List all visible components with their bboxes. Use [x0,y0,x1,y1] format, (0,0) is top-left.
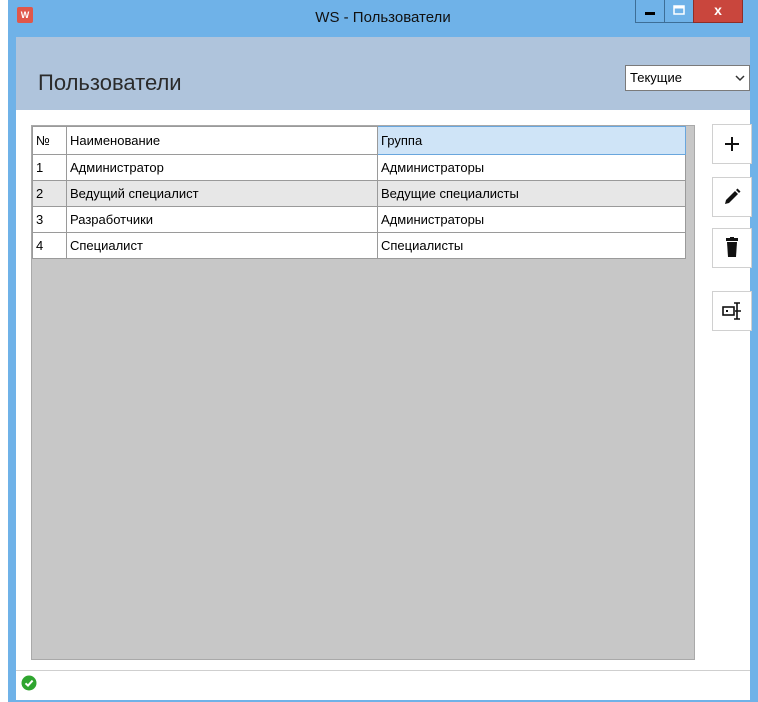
column-header-name[interactable]: Наименование [66,126,378,155]
cell-num[interactable]: 2 [32,180,67,207]
plus-icon [725,137,739,151]
chevron-down-icon [735,66,745,99]
cell-name[interactable]: Администратор [66,154,378,181]
cell-num[interactable]: 4 [32,232,67,259]
cell-name[interactable]: Разработчики [66,206,378,233]
cell-num[interactable]: 3 [32,206,67,233]
pencil-icon [725,188,741,204]
delete-button[interactable] [712,228,752,268]
maximize-button[interactable] [664,0,694,23]
cell-name[interactable]: Ведущий специалист [66,180,378,207]
minimize-icon [645,12,655,15]
filter-select-value: Текущие [630,70,682,85]
maximize-icon [673,5,685,15]
rename-button[interactable] [712,291,752,331]
title-bar[interactable]: W WS - Пользователи x [8,0,758,37]
add-button[interactable] [712,124,752,164]
edit-button[interactable] [712,177,752,217]
table-row[interactable]: 3 Разработчики Администраторы [32,206,686,233]
cell-group[interactable]: Администраторы [377,154,686,181]
client-area: Пользователи Текущие № Наименование Груп… [16,37,752,700]
cell-group[interactable]: Специалисты [377,232,686,259]
table-header-row: № Наименование Группа [32,126,686,155]
status-bar [16,670,750,697]
minimize-button[interactable] [635,0,665,23]
users-grid[interactable]: № Наименование Группа 1 Администратор Ад… [31,125,695,660]
users-table: № Наименование Группа 1 Администратор Ад… [32,126,686,259]
header-band: Пользователи Текущие [16,37,750,110]
cell-group[interactable]: Администраторы [377,206,686,233]
app-window: W WS - Пользователи x Пользователи Текущ… [8,0,758,702]
cell-num[interactable]: 1 [32,154,67,181]
table-row[interactable]: 1 Администратор Администраторы [32,154,686,181]
filter-select[interactable]: Текущие [625,65,750,91]
cell-name[interactable]: Специалист [66,232,378,259]
table-row[interactable]: 4 Специалист Специалисты [32,232,686,259]
cell-group[interactable]: Ведущие специалисты [377,180,686,207]
table-row[interactable]: 2 Ведущий специалист Ведущие специалисты [32,180,686,207]
text-cursor-icon [722,302,741,320]
page-title: Пользователи [38,70,182,95]
trash-icon [726,237,738,257]
check-icon [21,675,37,691]
column-header-num[interactable]: № [32,126,67,155]
close-button[interactable]: x [693,0,743,23]
column-header-group[interactable]: Группа [377,126,686,155]
close-icon: x [714,2,722,18]
